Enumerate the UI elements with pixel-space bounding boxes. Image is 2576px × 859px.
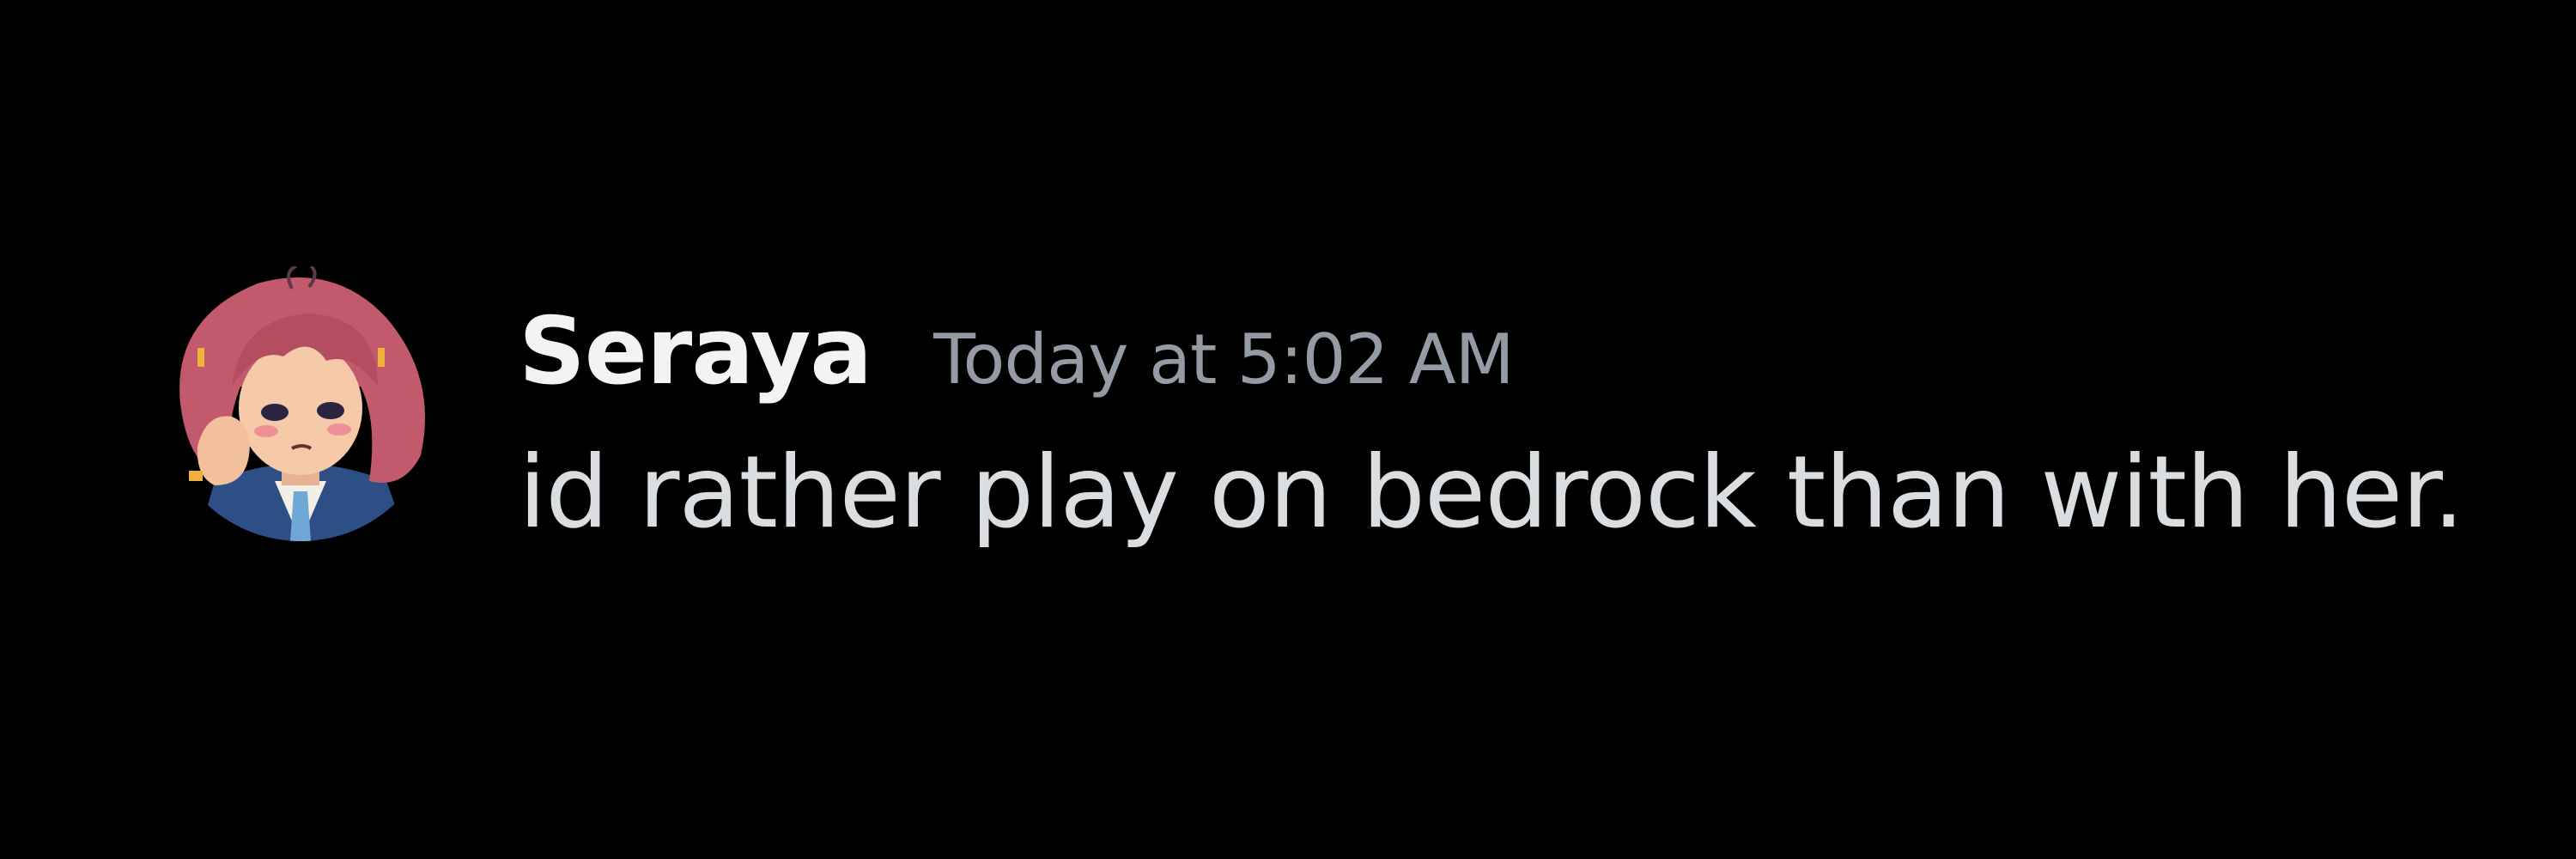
avatar[interactable] xyxy=(163,266,438,541)
user-avatar-icon xyxy=(163,266,438,541)
chat-message: Seraya Today at 5:02 AM id rather play o… xyxy=(163,266,2550,558)
timestamp: Today at 5:02 AM xyxy=(933,320,1514,399)
username[interactable]: Seraya xyxy=(519,306,872,399)
message-header: Seraya Today at 5:02 AM xyxy=(519,306,1515,399)
message-content: id rather play on bedrock than with her. xyxy=(519,435,2464,551)
